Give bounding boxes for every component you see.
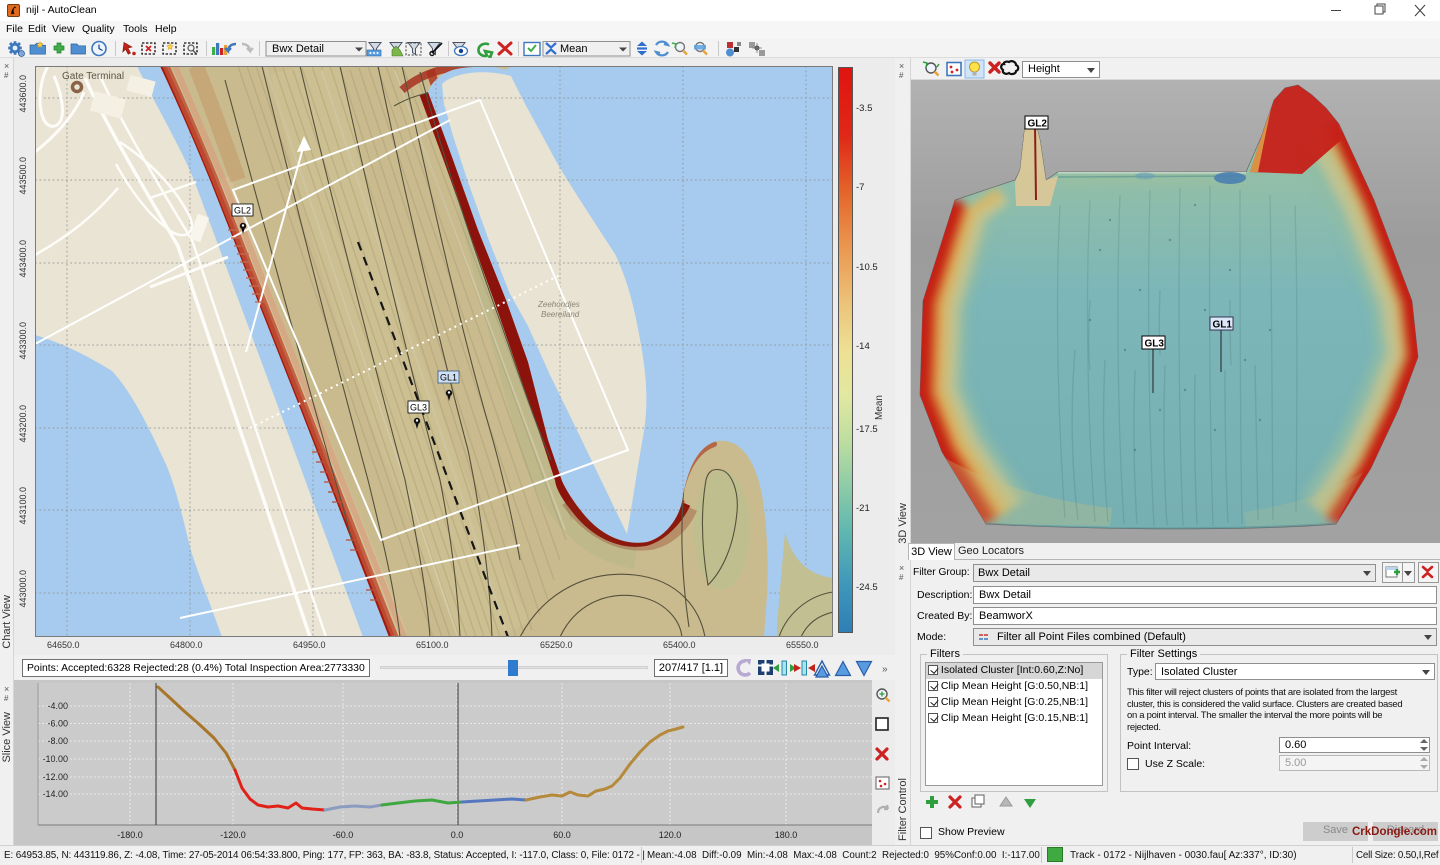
svg-text:-60.0: -60.0 bbox=[333, 830, 354, 840]
svg-text:Mean: Mean bbox=[560, 43, 588, 55]
svg-text:60.0: 60.0 bbox=[553, 830, 571, 840]
svg-text:Beereiland: Beereiland bbox=[541, 310, 580, 319]
svg-text:-120.0: -120.0 bbox=[220, 830, 246, 840]
svg-text:Zeehondjes: Zeehondjes bbox=[537, 300, 580, 309]
svg-text:Bwx Detail: Bwx Detail bbox=[272, 43, 324, 55]
svg-text:180.0: 180.0 bbox=[775, 830, 798, 840]
svg-text:GL3: GL3 bbox=[1145, 339, 1165, 350]
svg-text:-12.00: -12.00 bbox=[42, 772, 68, 782]
svg-text:GL2: GL2 bbox=[1028, 119, 1048, 130]
svg-text:»: » bbox=[882, 664, 888, 675]
svg-text:Gate Terminal: Gate Terminal bbox=[62, 71, 124, 82]
svg-text:-180.0: -180.0 bbox=[117, 830, 143, 840]
svg-text:GL1: GL1 bbox=[1213, 320, 1233, 331]
svg-text:-10.00: -10.00 bbox=[42, 754, 68, 764]
svg-text:-6.00: -6.00 bbox=[47, 719, 68, 729]
svg-text:GL3: GL3 bbox=[410, 403, 427, 413]
svg-text:GL2: GL2 bbox=[234, 206, 251, 216]
svg-text:120.0: 120.0 bbox=[659, 830, 682, 840]
svg-text:0.0: 0.0 bbox=[451, 830, 464, 840]
svg-text:GL1: GL1 bbox=[440, 373, 457, 383]
svg-text:-8.00: -8.00 bbox=[47, 736, 68, 746]
svg-text:-14.00: -14.00 bbox=[42, 789, 68, 799]
svg-text:-4.00: -4.00 bbox=[47, 701, 68, 711]
